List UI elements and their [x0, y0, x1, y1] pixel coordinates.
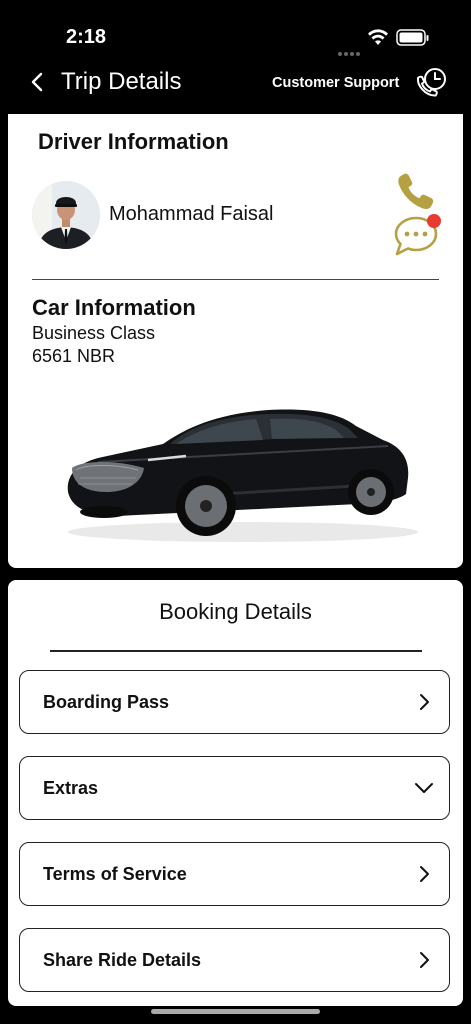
row-label: Extras — [43, 778, 99, 798]
cellular-signal-icon — [338, 41, 362, 56]
status-time: 2:18 — [66, 26, 107, 48]
car-info-heading: Car Information — [32, 295, 196, 320]
phone-icon[interactable] — [396, 171, 436, 211]
chevron-right-icon — [420, 694, 429, 710]
home-indicator[interactable] — [151, 1009, 320, 1014]
row-label: Terms of Service — [43, 864, 187, 884]
battery-icon — [396, 29, 429, 46]
wifi-icon — [368, 29, 388, 45]
nav-header: Trip Details Customer Support — [0, 60, 471, 110]
car-class: Business Class — [32, 323, 156, 343]
car-image — [67, 409, 418, 542]
extras-row[interactable]: Extras — [19, 756, 450, 820]
driver-name: Mohammad Faisal — [109, 203, 274, 225]
chevron-right-icon — [420, 952, 429, 968]
booking-details-card: Booking Details Boarding Pass Extras Ter… — [8, 580, 463, 1006]
chevron-left-icon[interactable] — [26, 68, 50, 96]
divider — [32, 279, 439, 280]
driver-info-heading: Driver Information — [38, 129, 229, 154]
notification-badge — [427, 214, 441, 228]
terms-of-service-row[interactable]: Terms of Service — [19, 842, 450, 906]
customer-support-button[interactable]: Customer Support — [272, 75, 399, 91]
chevron-right-icon — [420, 866, 429, 882]
phone-clock-icon[interactable] — [413, 64, 451, 102]
chat-bubble-icon[interactable] — [391, 212, 443, 260]
page-title: Trip Details — [61, 68, 182, 95]
share-ride-details-row[interactable]: Share Ride Details — [19, 928, 450, 992]
divider — [50, 650, 422, 652]
row-label: Share Ride Details — [43, 950, 202, 970]
car-plate: 6561 NBR — [32, 346, 116, 366]
driver-info-card: Driver Information Mohammad Faisal Car I… — [8, 114, 463, 568]
status-bar: 2:18 — [0, 0, 471, 60]
driver-avatar — [32, 181, 100, 249]
chevron-down-icon — [415, 783, 433, 793]
booking-details-heading: Booking Details — [159, 599, 312, 624]
row-label: Boarding Pass — [43, 692, 170, 712]
boarding-pass-row[interactable]: Boarding Pass — [19, 670, 450, 734]
